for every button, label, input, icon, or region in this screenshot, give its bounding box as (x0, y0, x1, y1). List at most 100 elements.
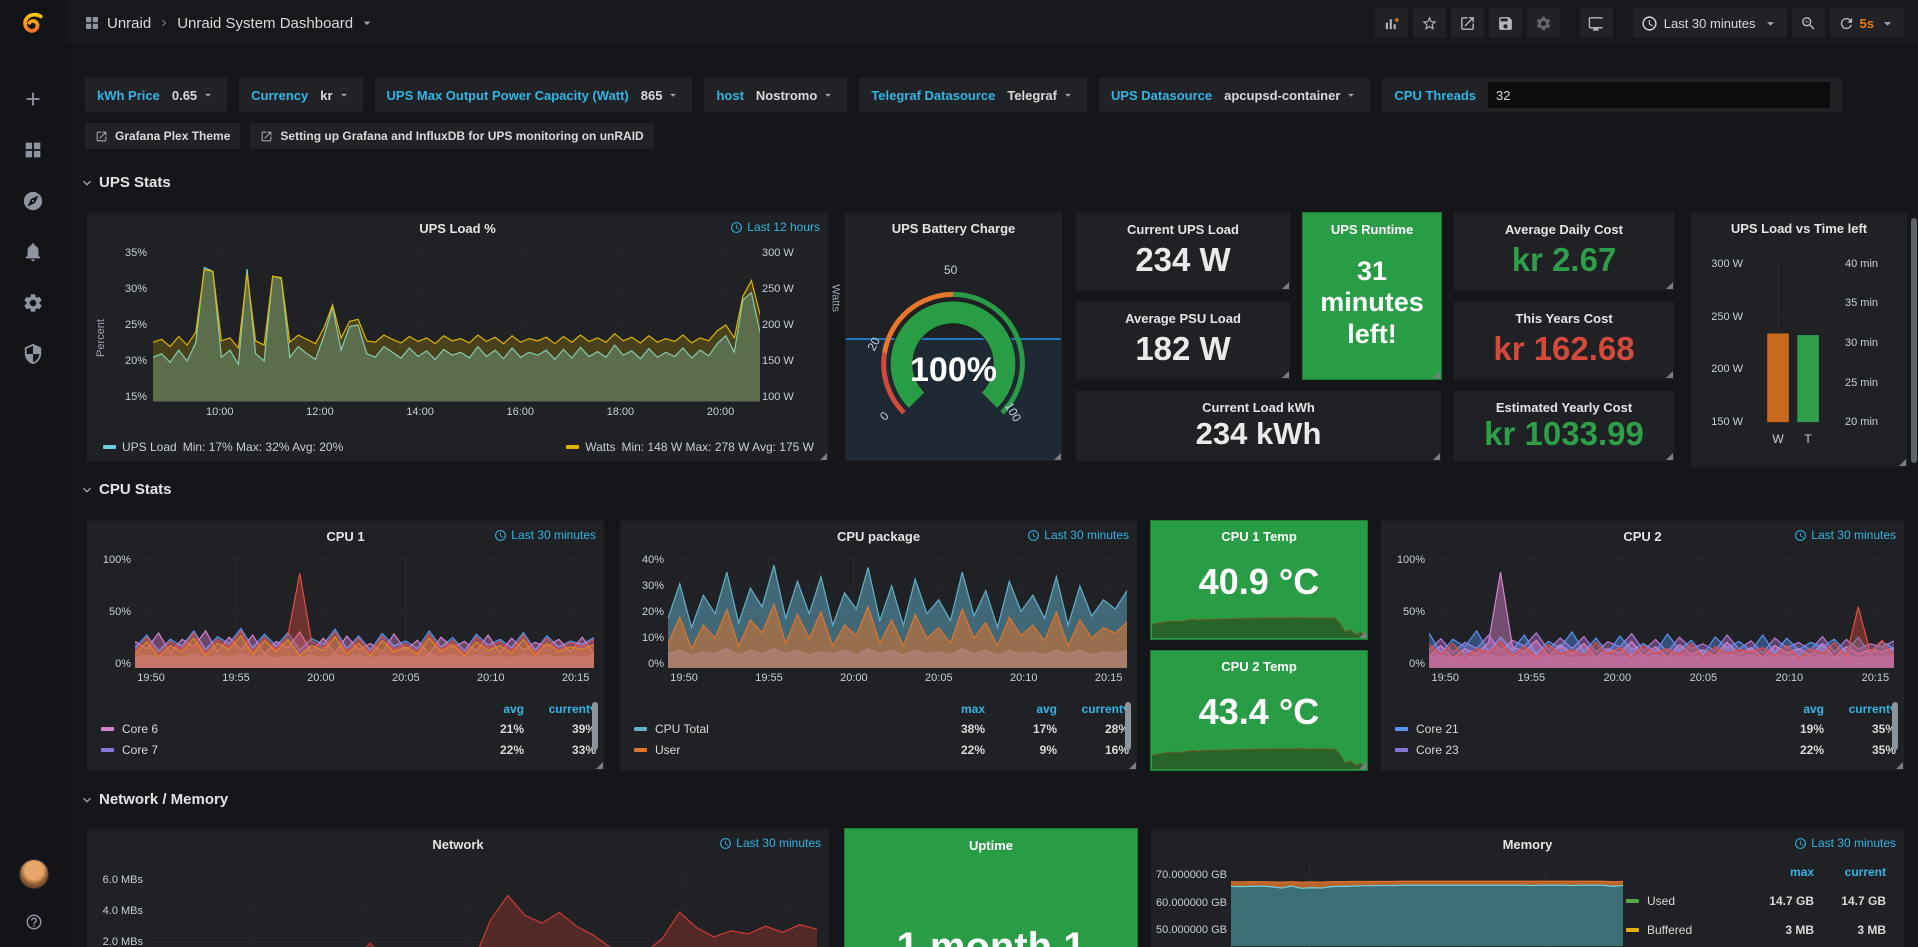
variable-input[interactable] (1488, 82, 1830, 108)
sidebar-item-configuration[interactable] (22, 292, 46, 316)
legend-series-toggle[interactable]: User (634, 743, 913, 757)
panel-resize-handle[interactable] (1899, 459, 1906, 466)
cycle-view-button[interactable] (1580, 8, 1613, 38)
legend-sort-avg[interactable]: avg (1752, 702, 1824, 716)
chevron-down-icon[interactable] (359, 15, 375, 31)
sidebar-item-explore[interactable] (22, 190, 46, 214)
panel-resize-handle[interactable] (1666, 453, 1673, 460)
sidebar-item-alerting[interactable] (22, 241, 46, 265)
legend-sort-current[interactable]: current (1814, 865, 1886, 879)
panel-title[interactable]: UPS Load % (419, 221, 496, 236)
variable-value[interactable]: kr (320, 88, 350, 103)
graph-plot[interactable] (1429, 555, 1894, 669)
panel-resize-handle[interactable] (1359, 631, 1366, 638)
legend-series-toggle[interactable]: CPU Total (634, 722, 913, 736)
panel-resize-handle[interactable] (1282, 371, 1289, 378)
sidebar-item-server-admin[interactable] (22, 343, 46, 367)
panel-title[interactable]: Current UPS Load (1127, 222, 1239, 237)
variable-label[interactable]: Currency (251, 88, 308, 103)
zoom-out-button[interactable] (1792, 8, 1825, 38)
panel-resize-handle[interactable] (1054, 453, 1061, 460)
variable-label[interactable]: kWh Price (97, 88, 160, 103)
time-range-picker[interactable]: Last 30 minutes (1633, 8, 1787, 38)
star-dashboard-button[interactable] (1413, 8, 1446, 38)
panel-title[interactable]: Memory (1503, 837, 1553, 852)
panel-resize-handle[interactable] (1359, 762, 1366, 769)
panel-title[interactable]: CPU 2 Temp (1221, 659, 1297, 674)
panel-title[interactable]: Average PSU Load (1125, 311, 1241, 326)
legend-series-toggle[interactable]: Used (1626, 894, 1742, 908)
section-header-cpu-stats[interactable]: CPU Stats (79, 481, 172, 498)
variable-label[interactable]: UPS Datasource (1111, 88, 1212, 103)
panel-time-range[interactable]: Last 30 minutes (1794, 836, 1896, 850)
share-dashboard-button[interactable] (1451, 8, 1484, 38)
legend-sort-current[interactable]: current▾ (1057, 702, 1129, 716)
variable-value[interactable]: Telegraf (1007, 88, 1075, 103)
apps-grid-icon[interactable] (83, 14, 101, 32)
panel-title[interactable]: CPU 1 (326, 529, 364, 544)
graph-plot[interactable] (135, 555, 594, 669)
variable-label[interactable]: host (716, 88, 743, 103)
panel-title[interactable]: CPU 2 (1623, 529, 1661, 544)
page-scrollbar[interactable] (1911, 218, 1917, 463)
dashboard-title[interactable]: Unraid System Dashboard (177, 15, 353, 32)
panel-title[interactable]: Current Load kWh (1202, 400, 1315, 415)
grafana-logo-icon[interactable] (15, 8, 53, 46)
dashboard-settings-button[interactable] (1527, 8, 1560, 38)
panel-resize-handle[interactable] (1666, 371, 1673, 378)
panel-title[interactable]: UPS Runtime (1331, 222, 1413, 237)
user-avatar[interactable] (19, 859, 49, 889)
legend-scrollbar[interactable] (1125, 702, 1131, 750)
legend-sort-max[interactable]: max (1742, 865, 1814, 879)
legend-series-toggle[interactable]: Core 6 (101, 722, 452, 736)
legend-scrollbar[interactable] (592, 702, 598, 750)
legend-series-toggle[interactable]: Buffered (1626, 923, 1742, 937)
legend-sort-current[interactable]: current▾ (524, 702, 596, 716)
save-dashboard-button[interactable] (1489, 8, 1522, 38)
variable-label[interactable]: CPU Threads (1394, 88, 1476, 103)
panel-resize-handle[interactable] (820, 453, 827, 460)
sidebar-item-dashboards[interactable] (22, 139, 46, 163)
panel-title[interactable]: Uptime (969, 838, 1013, 853)
sidebar-item-create[interactable] (22, 88, 46, 112)
legend-sort-max[interactable]: max (913, 702, 985, 716)
panel-title[interactable]: UPS Load vs Time left (1731, 221, 1867, 236)
panel-resize-handle[interactable] (1433, 371, 1440, 378)
help-icon[interactable] (23, 911, 45, 933)
panel-resize-handle[interactable] (1129, 762, 1136, 769)
bar-plot[interactable] (1747, 257, 1841, 429)
panel-title[interactable]: This Years Cost (1515, 311, 1612, 326)
refresh-picker[interactable]: 5s (1830, 8, 1904, 38)
graph-plot[interactable] (1231, 865, 1623, 947)
variable-label[interactable]: Telegraf Datasource (871, 88, 995, 103)
dashboard-link[interactable]: Setting up Grafana and InfluxDB for UPS … (250, 123, 653, 149)
add-panel-button[interactable] (1375, 8, 1408, 38)
graph-plot[interactable] (147, 860, 817, 947)
panel-resize-handle[interactable] (1896, 762, 1903, 769)
legend-scrollbar[interactable] (1892, 702, 1898, 750)
panel-resize-handle[interactable] (596, 762, 603, 769)
graph-plot[interactable] (153, 247, 760, 403)
panel-resize-handle[interactable] (1666, 282, 1673, 289)
legend-series-toggle[interactable]: Core 7 (101, 743, 452, 757)
panel-title[interactable]: CPU 1 Temp (1221, 529, 1297, 544)
dashboard-link[interactable]: Grafana Plex Theme (85, 123, 240, 149)
section-header-ups-stats[interactable]: UPS Stats (79, 174, 171, 191)
variable-value[interactable]: Nostromo (756, 88, 835, 103)
legend-series-toggle[interactable]: Core 23 (1395, 743, 1752, 757)
legend-item[interactable]: WattsMin: 148 W Max: 278 W Avg: 175 W (566, 438, 814, 456)
legend-series-toggle[interactable]: Core 21 (1395, 722, 1752, 736)
legend-sort-avg[interactable]: avg (985, 702, 1057, 716)
section-header-network-memory[interactable]: Network / Memory (79, 791, 228, 808)
variable-value[interactable]: 0.65 (172, 88, 215, 103)
legend-item[interactable]: UPS LoadMin: 17% Max: 32% Avg: 20% (103, 438, 343, 456)
variable-label[interactable]: UPS Max Output Power Capacity (Watt) (387, 88, 629, 103)
panel-time-range[interactable]: Last 30 minutes (1794, 528, 1896, 542)
breadcrumb-folder[interactable]: Unraid (107, 15, 151, 32)
panel-title[interactable]: CPU package (837, 529, 920, 544)
legend-sort-current[interactable]: current▾ (1824, 702, 1896, 716)
panel-time-range[interactable]: Last 30 minutes (1027, 528, 1129, 542)
panel-time-range[interactable]: Last 30 minutes (494, 528, 596, 542)
panel-title[interactable]: Average Daily Cost (1505, 222, 1623, 237)
variable-value[interactable]: apcupsd-container (1224, 88, 1358, 103)
